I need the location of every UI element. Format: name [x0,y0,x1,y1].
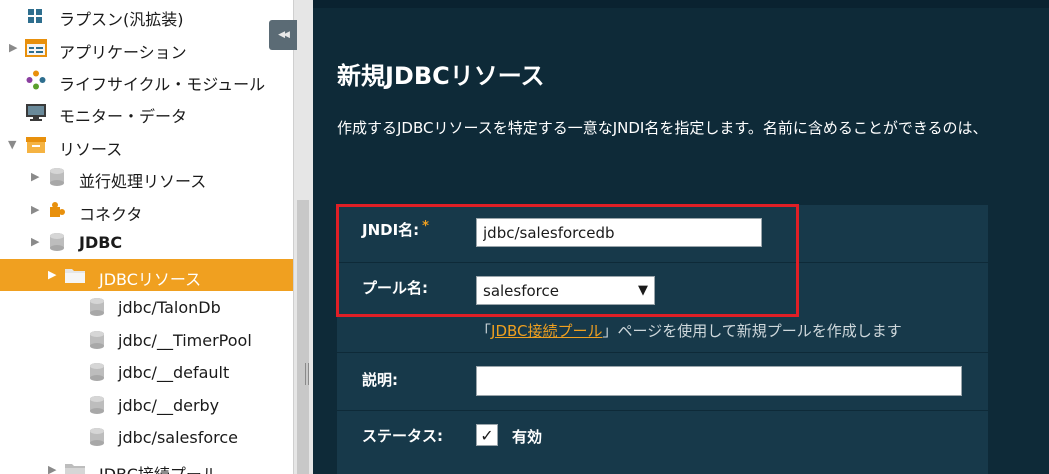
status-label: ステータス: [362,427,443,445]
lifecycle-icon [26,70,46,90]
tree-item-label: JDBC接続プール [99,461,218,474]
applications-icon [25,38,47,58]
expand-arrow-icon[interactable]: ▶ [31,204,41,216]
tree-item-label: JDBCリソース [99,270,202,289]
tree-item-label: ラプスン(汎拡装) [59,10,184,29]
tree-item-jdbc-resources[interactable]: ▶ JDBCリソース [0,259,293,291]
tree-item-jdbc-talondb[interactable]: jdbc/TalonDb [0,291,293,323]
tree-item-label: jdbc/__TimerPool [118,331,252,350]
hint-suffix: 」ページを使用して新規プールを作成します [602,322,902,340]
sidebar-scrollbar-thumb[interactable] [297,200,309,474]
tree-item-label: リソース [59,140,123,159]
jdbc-connection-pool-link[interactable]: JDBC接続プール [491,322,602,340]
collapse-arrow-icon[interactable]: ▼ [8,139,18,151]
database-icon [87,330,107,350]
tree-item-label: モニター・データ [59,107,188,126]
splitter-grip[interactable] [305,363,309,385]
description-input[interactable] [476,366,962,396]
tree-item-jdbc-derby[interactable]: jdbc/__derby [0,389,293,421]
tree-item-concurrent-resources[interactable]: ▶ 並行処理リソース [0,161,293,193]
tree-item-label: コネクタ [79,205,143,224]
status-enabled-checkbox[interactable]: ✓ [476,424,498,446]
page-title: 新規JDBCリソース [337,62,545,90]
database-icon [87,427,107,447]
expand-arrow-icon[interactable]: ▶ [48,269,58,281]
navigation-tree: ラプスン(汎拡装) ▶ アプリケーション ライフサイクル・モジュール モニター・… [0,0,293,474]
double-chevron-left-icon: ◀◀ [278,30,290,40]
tree-item-label: jdbc/salesforce [118,428,238,447]
expand-arrow-icon[interactable]: ▶ [31,171,41,183]
expand-arrow-icon[interactable]: ▶ [9,42,19,54]
database-icon [87,362,107,382]
expand-arrow-icon[interactable]: ▶ [31,236,41,248]
tree-item-label: jdbc/__default [118,363,230,382]
page-description: 作成するJDBCリソースを特定する一意なJNDI名を指定します。名前に含めること… [337,119,988,137]
puzzle-icon [47,200,67,220]
collapse-sidebar-button[interactable]: ◀◀ [269,20,297,50]
expand-arrow-icon[interactable]: ▶ [48,464,58,474]
tree-item-label: ライフサイクル・モジュール [59,75,266,94]
grid-icon [26,6,46,26]
tree-item-connectors[interactable]: ▶ コネクタ [0,194,293,226]
folder-icon [64,460,85,474]
tree-item-top-cut[interactable]: ラプスン(汎拡装) [0,2,293,34]
tree-item-label: アプリケーション [59,43,187,62]
tree-item-applications[interactable]: ▶ アプリケーション [0,32,293,64]
annotation-highlight-box [336,204,799,317]
tree-item-label: JDBC [79,233,123,252]
tree-item-lifecycle-modules[interactable]: ライフサイクル・モジュール [0,64,293,96]
database-icon [47,232,67,252]
folder-icon [64,265,85,285]
tree-item-jdbc-salesforce[interactable]: jdbc/salesforce [0,421,293,453]
resources-folder-icon [25,135,46,155]
tree-item-jdbc-default[interactable]: jdbc/__default [0,356,293,388]
monitor-icon [25,102,46,122]
tree-item-label: jdbc/TalonDb [118,298,221,317]
database-icon [87,297,107,317]
pool-hint: 「JDBC接続プール」ページを使用して新規プールを作成します [476,320,902,341]
tree-item-label: jdbc/__derby [118,396,220,415]
database-icon [87,395,107,415]
tree-item-jdbc-timerpool[interactable]: jdbc/__TimerPool [0,324,293,356]
tree-item-resources[interactable]: ▼ リソース [0,129,293,161]
database-icon [47,167,67,187]
checkmark-icon: ✓ [480,425,494,445]
tree-item-monitoring-data[interactable]: モニター・データ [0,96,293,128]
description-label: 説明: [362,371,398,389]
tree-item-jdbc[interactable]: ▶ JDBC [0,226,293,258]
tree-item-jdbc-connection-pools[interactable]: ▶ JDBC接続プール [0,454,293,474]
status-enabled-label: 有効 [512,428,543,446]
hint-prefix: 「 [476,322,492,340]
tree-item-label: 並行処理リソース [79,172,207,191]
